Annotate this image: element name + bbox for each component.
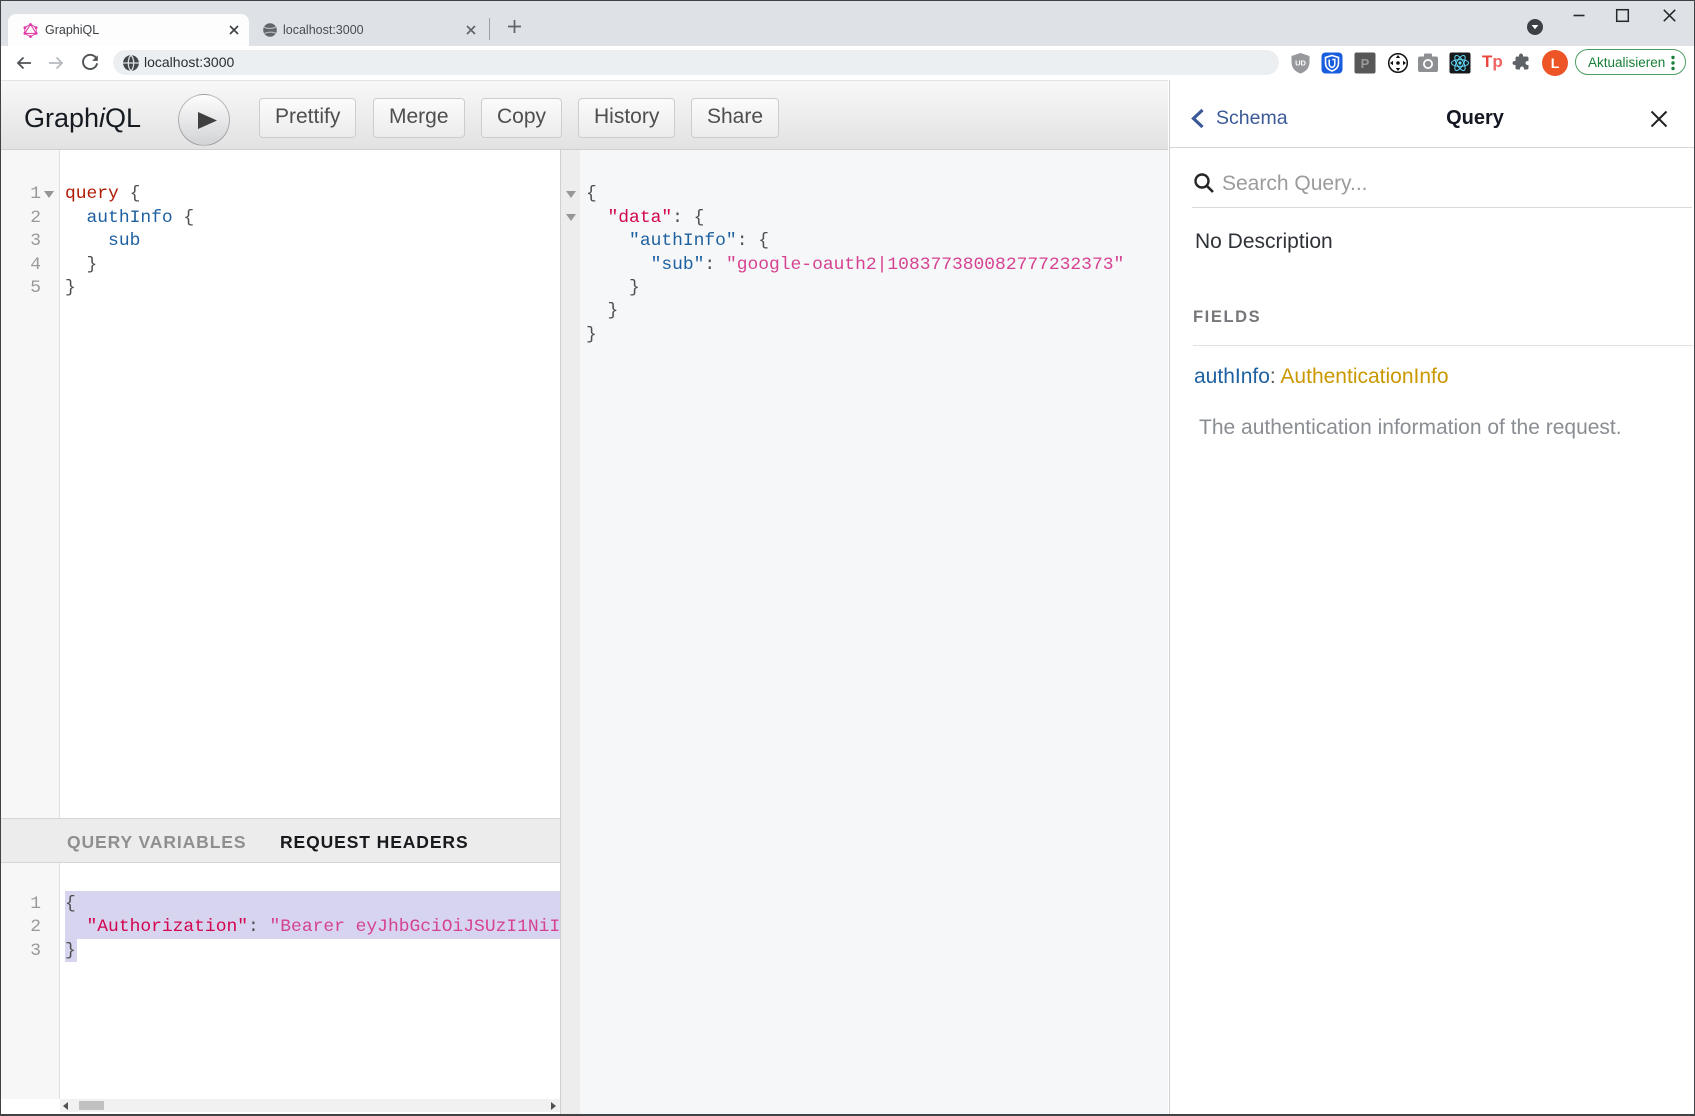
svg-text:L: L	[1551, 55, 1560, 71]
svg-text:P: P	[1361, 56, 1370, 71]
svg-text:UD: UD	[1295, 59, 1306, 68]
